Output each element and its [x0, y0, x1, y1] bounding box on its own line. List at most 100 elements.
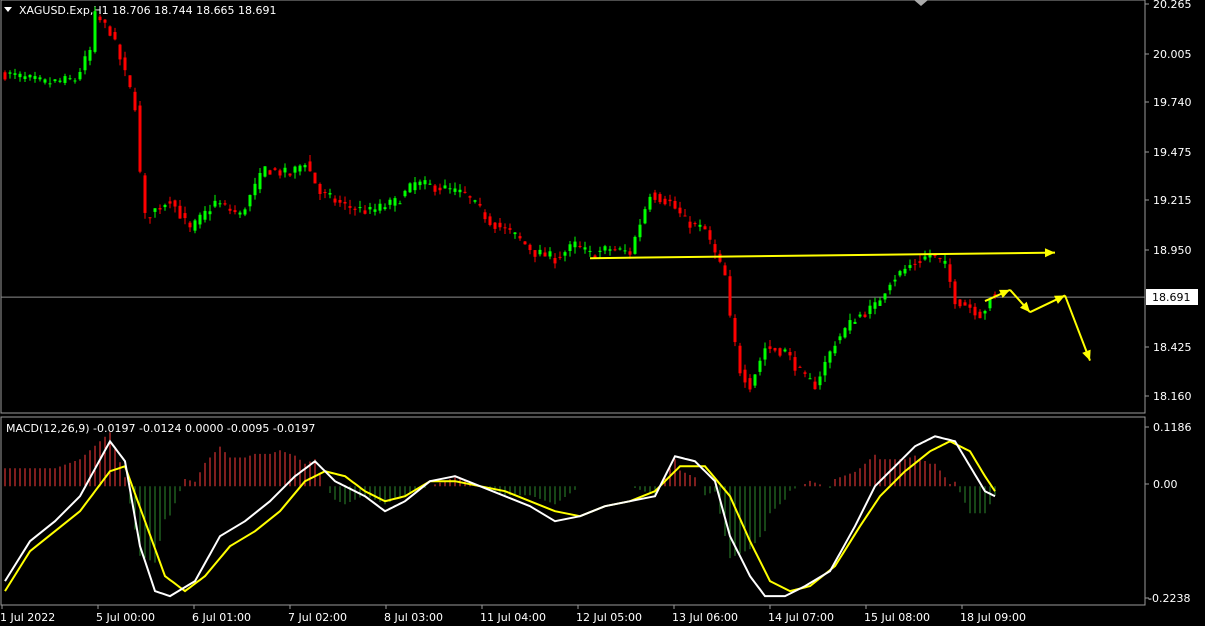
bull-candle: [378, 203, 382, 211]
time-label: 6 Jul 01:00: [192, 611, 251, 624]
bull-candle: [238, 212, 242, 215]
bear-candle: [278, 170, 282, 176]
price-tick-label: 20.265: [1153, 0, 1192, 11]
bear-candle: [308, 161, 312, 172]
bull-candle: [753, 374, 757, 386]
bull-candle: [8, 72, 12, 74]
bear-candle: [483, 212, 487, 220]
bull-candle: [398, 203, 402, 205]
bull-candle: [53, 79, 57, 82]
chart-background: [0, 0, 1205, 626]
bear-candle: [958, 299, 962, 307]
bear-candle: [718, 253, 722, 262]
bear-candle: [468, 196, 472, 198]
bull-candle: [303, 165, 307, 168]
bear-candle: [938, 257, 942, 260]
bull-candle: [583, 247, 587, 250]
bear-candle: [768, 346, 772, 349]
bear-candle: [668, 199, 672, 202]
bull-candle: [923, 256, 927, 260]
bear-candle: [98, 16, 102, 21]
bear-candle: [793, 357, 797, 371]
bull-candle: [878, 300, 882, 306]
bull-candle: [413, 182, 417, 191]
bear-candle: [578, 245, 582, 247]
bull-candle: [23, 76, 27, 79]
bear-candle: [273, 168, 277, 170]
bear-candle: [108, 26, 112, 36]
time-label: 13 Jul 06:00: [672, 611, 738, 624]
macd-tick-label: 0.00: [1153, 478, 1178, 491]
bear-candle: [688, 221, 692, 228]
bull-candle: [248, 194, 252, 207]
bear-candle: [173, 200, 177, 207]
bear-candle: [973, 306, 977, 316]
bear-candle: [343, 202, 347, 204]
bull-candle: [618, 248, 622, 250]
bull-candle: [448, 188, 452, 190]
bear-candle: [498, 222, 502, 228]
bear-candle: [813, 381, 817, 390]
time-axis: 1 Jul 2022 5 Jul 00:00 6 Jul 01:00 7 Jul…: [0, 611, 1026, 624]
bull-candle: [873, 302, 877, 309]
current-price-label: 18.691: [1152, 291, 1191, 304]
bull-candle: [883, 293, 887, 300]
time-label: 5 Jul 00:00: [96, 611, 155, 624]
bull-candle: [638, 224, 642, 238]
bull-candle: [93, 11, 97, 52]
bear-candle: [678, 207, 682, 214]
bear-candle: [178, 205, 182, 219]
bear-candle: [318, 183, 322, 194]
bear-candle: [143, 175, 147, 213]
macd-tick-label: -0.2238: [1148, 592, 1190, 605]
bull-candle: [163, 204, 167, 208]
bear-candle: [433, 185, 437, 192]
bull-candle: [408, 183, 412, 193]
bull-candle: [758, 360, 762, 372]
bear-candle: [963, 302, 967, 306]
bear-candle: [523, 241, 527, 245]
bear-candle: [493, 222, 497, 229]
bull-candle: [633, 236, 637, 254]
macd-label: MACD(12,26,9) -0.0197 -0.0124 0.0000 -0.…: [6, 422, 315, 435]
bull-candle: [548, 251, 552, 257]
bear-candle: [553, 258, 557, 264]
bull-candle: [283, 167, 287, 173]
bear-candle: [558, 256, 562, 258]
bear-candle: [353, 208, 357, 210]
bear-candle: [743, 369, 747, 383]
bull-candle: [608, 249, 612, 251]
bull-candle: [153, 208, 157, 212]
bear-candle: [148, 217, 152, 219]
bear-candle: [118, 44, 122, 60]
bear-candle: [673, 200, 677, 209]
bull-candle: [588, 250, 592, 252]
symbol-info: XAGUSD.Exp,H1 18.706 18.744 18.665 18.69…: [19, 4, 277, 17]
bear-candle: [613, 249, 617, 251]
bull-candle: [598, 250, 602, 252]
bear-candle: [183, 213, 187, 219]
time-label: 7 Jul 02:00: [288, 611, 347, 624]
bear-candle: [503, 227, 507, 229]
bull-candle: [78, 71, 82, 80]
bull-candle: [603, 246, 607, 251]
bear-candle: [713, 244, 717, 253]
bear-candle: [478, 203, 482, 206]
bull-candle: [28, 74, 32, 78]
bull-candle: [908, 265, 912, 268]
bull-candle: [903, 268, 907, 274]
bear-candle: [658, 194, 662, 203]
bear-candle: [918, 261, 922, 263]
bear-candle: [138, 105, 142, 172]
bull-candle: [298, 165, 302, 172]
bull-candle: [783, 349, 787, 352]
bull-candle: [33, 76, 37, 79]
bull-candle: [293, 166, 297, 173]
bull-candle: [428, 183, 432, 185]
bear-candle: [803, 372, 807, 374]
bear-candle: [968, 304, 972, 308]
bull-candle: [48, 83, 52, 85]
bull-candle: [538, 249, 542, 255]
bear-candle: [628, 251, 632, 255]
price-tick-label: 20.005: [1153, 48, 1192, 61]
